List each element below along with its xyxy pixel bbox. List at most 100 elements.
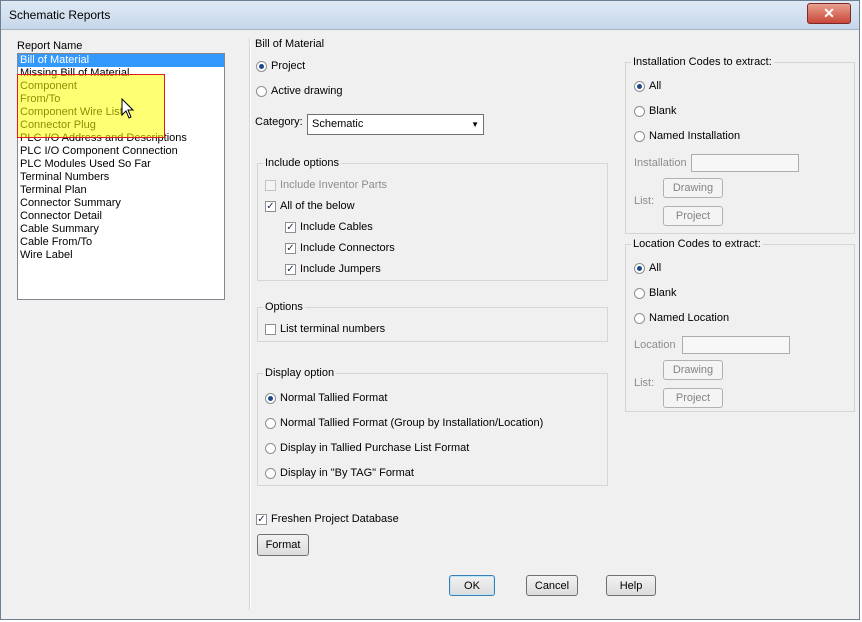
checkmark-icon[interactable]: ✓ [256, 513, 267, 525]
location-all-label: All [649, 262, 662, 274]
category-label: Category: [255, 116, 303, 128]
installation-all-radio[interactable]: All [634, 80, 661, 92]
include-cables-label: Include Cables [300, 221, 373, 233]
report-name-label: Report Name [17, 40, 83, 52]
include-jumpers-checkbox[interactable]: ✓ Include Jumpers [285, 263, 381, 275]
radio-icon[interactable] [256, 60, 267, 72]
dialog-body: Report Name Bill of Material Missing Bil… [6, 30, 855, 614]
purchase-list-radio[interactable]: Display in Tallied Purchase List Format [265, 442, 469, 454]
grouped-tallied-radio[interactable]: Normal Tallied Format (Group by Installa… [265, 417, 543, 429]
location-field-label: Location [634, 339, 676, 351]
installation-input [691, 154, 799, 172]
all-below-checkbox[interactable]: ✓ All of the below [265, 200, 355, 212]
list-item[interactable]: Terminal Numbers [18, 171, 224, 184]
named-location-radio[interactable]: Named Location [634, 312, 729, 324]
include-connectors-label: Include Connectors [300, 242, 395, 254]
named-installation-label: Named Installation [649, 130, 741, 142]
list-terminal-numbers-label: List terminal numbers [280, 323, 386, 335]
named-installation-radio[interactable]: Named Installation [634, 130, 740, 142]
category-value: Schematic [312, 118, 364, 130]
checkbox-icon [265, 179, 276, 191]
checkmark-icon[interactable]: ✓ [285, 221, 296, 233]
by-tag-label: Display in "By TAG" Format [280, 467, 414, 479]
list-item[interactable]: Connector Plug [18, 119, 224, 132]
checkbox-icon[interactable] [265, 323, 276, 335]
installation-blank-label: Blank [649, 105, 677, 117]
radio-icon[interactable] [265, 467, 276, 479]
format-button[interactable]: Format [257, 534, 309, 556]
list-item[interactable]: Connector Detail [18, 210, 224, 223]
radio-icon[interactable] [634, 287, 645, 299]
location-blank-radio[interactable]: Blank [634, 287, 677, 299]
list-item[interactable]: Connector Summary [18, 197, 224, 210]
installation-blank-radio[interactable]: Blank [634, 105, 677, 117]
display-option-title: Display option [263, 367, 337, 379]
location-drawing-button: Drawing [663, 360, 723, 380]
category-select[interactable]: Schematic ▼ [307, 114, 484, 135]
include-cables-checkbox[interactable]: ✓ Include Cables [285, 221, 373, 233]
installation-project-button: Project [663, 206, 723, 226]
list-item[interactable]: Terminal Plan [18, 184, 224, 197]
list-item[interactable]: Missing Bill of Material [18, 67, 224, 80]
list-item[interactable]: Wire Label [18, 249, 224, 262]
location-blank-label: Blank [649, 287, 677, 299]
installation-drawing-button: Drawing [663, 178, 723, 198]
active-drawing-radio[interactable]: Active drawing [256, 85, 343, 97]
checkmark-icon[interactable]: ✓ [285, 263, 296, 275]
normal-tallied-radio[interactable]: Normal Tallied Format [265, 392, 387, 404]
all-below-label: All of the below [280, 200, 355, 212]
report-listbox[interactable]: Bill of Material Missing Bill of Materia… [17, 53, 225, 300]
list-item[interactable]: PLC I/O Component Connection [18, 145, 224, 158]
location-all-radio[interactable]: All [634, 262, 661, 274]
radio-icon[interactable] [634, 262, 645, 274]
radio-icon[interactable] [634, 130, 645, 142]
list-item-bill-of-material[interactable]: Bill of Material [18, 54, 224, 67]
list-item[interactable]: Component [18, 80, 224, 93]
radio-icon[interactable] [634, 80, 645, 92]
named-location-label: Named Location [649, 312, 730, 324]
include-connectors-checkbox[interactable]: ✓ Include Connectors [285, 242, 395, 254]
include-jumpers-label: Include Jumpers [300, 263, 381, 275]
mouse-cursor-icon [121, 98, 135, 119]
checkmark-icon[interactable]: ✓ [265, 200, 276, 212]
divider [249, 38, 251, 610]
by-tag-radio[interactable]: Display in "By TAG" Format [265, 467, 414, 479]
list-item[interactable]: PLC I/O Address and Descriptions [18, 132, 224, 145]
list-item[interactable]: Cable From/To [18, 236, 224, 249]
list-item[interactable]: Cable Summary [18, 223, 224, 236]
location-input [682, 336, 790, 354]
project-radio[interactable]: Project [256, 60, 305, 72]
options-title: Options [263, 301, 305, 313]
radio-icon[interactable] [256, 85, 267, 97]
include-inventor-checkbox: Include Inventor Parts [265, 179, 387, 191]
radio-icon[interactable] [265, 417, 276, 429]
bom-heading: Bill of Material [255, 38, 325, 50]
radio-icon[interactable] [634, 312, 645, 324]
radio-icon[interactable] [634, 105, 645, 117]
schematic-reports-dialog: Schematic Reports ✕ Report Name Bill of … [0, 0, 860, 620]
help-button[interactable]: Help [606, 575, 656, 596]
list-item[interactable]: PLC Modules Used So Far [18, 158, 224, 171]
close-button[interactable]: ✕ [807, 3, 851, 24]
ok-button[interactable]: OK [449, 575, 495, 596]
project-label: Project [271, 60, 306, 72]
title-bar: Schematic Reports ✕ [1, 1, 859, 30]
location-codes-title: Location Codes to extract: [631, 238, 763, 250]
checkmark-icon[interactable]: ✓ [285, 242, 296, 254]
close-icon[interactable]: ✕ [823, 5, 835, 21]
list-terminal-numbers-checkbox[interactable]: List terminal numbers [265, 323, 385, 335]
chevron-down-icon[interactable]: ▼ [471, 115, 479, 134]
installation-field-label: Installation [634, 157, 687, 169]
active-drawing-label: Active drawing [271, 85, 343, 97]
freshen-label: Freshen Project Database [271, 513, 399, 525]
installation-all-label: All [649, 80, 662, 92]
radio-icon[interactable] [265, 392, 276, 404]
normal-tallied-label: Normal Tallied Format [280, 392, 388, 404]
radio-icon[interactable] [265, 442, 276, 454]
installation-codes-title: Installation Codes to extract: [631, 56, 774, 68]
freshen-checkbox[interactable]: ✓ Freshen Project Database [256, 513, 399, 525]
purchase-list-label: Display in Tallied Purchase List Format [280, 442, 470, 454]
cancel-button[interactable]: Cancel [526, 575, 578, 596]
include-options-title: Include options [263, 157, 341, 169]
installation-list-label: List: [634, 195, 655, 207]
